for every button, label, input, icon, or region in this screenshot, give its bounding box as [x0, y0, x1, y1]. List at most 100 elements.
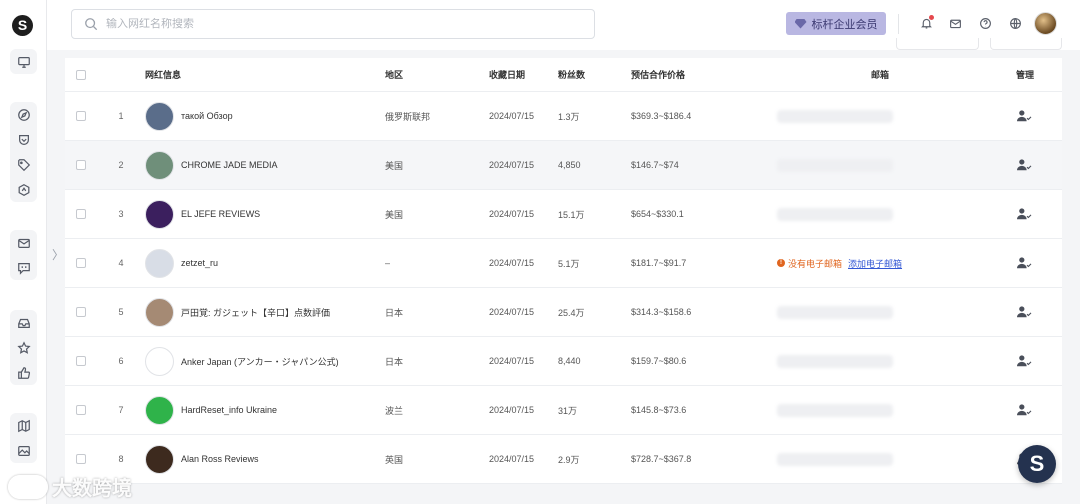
- thumb-up-icon[interactable]: [10, 360, 37, 385]
- monitor-icon[interactable]: [10, 49, 37, 74]
- table-row[interactable]: 3 EL JEFE REVIEWS 美国 2024/07/15 15.1万 $654~$3…: [65, 190, 1062, 239]
- search-box[interactable]: [71, 9, 595, 39]
- email-cell: [777, 386, 893, 434]
- user-avatar[interactable]: [1034, 12, 1057, 35]
- row-index: 4: [118, 258, 124, 268]
- influencer-info[interactable]: HardReset_info Ukraine: [145, 386, 277, 434]
- header-price[interactable]: 预估合作价格: [631, 58, 685, 91]
- row-checkbox[interactable]: [76, 258, 86, 268]
- row-checkbox[interactable]: [76, 405, 86, 415]
- floating-s-button[interactable]: S: [1018, 445, 1056, 483]
- email-cell: [777, 190, 893, 238]
- row-checkbox[interactable]: [76, 209, 86, 219]
- influencer-avatar[interactable]: [145, 248, 174, 278]
- sidebar-group-1: [10, 49, 37, 74]
- add-email-link[interactable]: 添加电子邮箱: [848, 257, 902, 270]
- influencer-name[interactable]: Alan Ross Reviews: [181, 454, 259, 464]
- manage-user-icon[interactable]: [1016, 92, 1032, 140]
- header-fans[interactable]: 粉丝数: [558, 58, 585, 91]
- fans-count: 2.9万: [558, 454, 580, 465]
- row-checkbox[interactable]: [76, 356, 86, 366]
- row-checkbox[interactable]: [76, 454, 86, 464]
- email-hidden: [777, 158, 893, 172]
- table-row[interactable]: 1 такой Обзор 俄罗斯联邦 2024/07/15 1.3万 $369.3~$1…: [65, 92, 1062, 141]
- row-checkbox[interactable]: [76, 307, 86, 317]
- star-icon[interactable]: [10, 335, 37, 360]
- influencer-avatar[interactable]: [145, 150, 174, 180]
- manage-user-icon[interactable]: [1016, 337, 1032, 385]
- saved-date: 2024/07/15: [489, 258, 535, 268]
- vip-badge-button[interactable]: 标杆企业会员: [786, 12, 886, 35]
- email-cell: [777, 288, 893, 336]
- table-row[interactable]: 4 zetzet_ru –2024/07/15 5.1万 $181.7~$91.7! 没有…: [65, 239, 1062, 288]
- chat-icon[interactable]: [10, 255, 37, 280]
- row-checkbox[interactable]: [76, 160, 86, 170]
- influencer-info[interactable]: 戸田覚: ガジェット【辛口】点数評価: [145, 288, 330, 336]
- row-index: 6: [118, 356, 124, 366]
- header-info: 网红信息: [145, 70, 182, 80]
- email-cell: [777, 141, 893, 189]
- influencer-avatar[interactable]: [145, 346, 174, 376]
- influencer-avatar[interactable]: [145, 199, 174, 229]
- influencer-table: 网红信息 地区 收藏日期 粉丝数 预估合作价格 邮箱 管理 1 такой Обз…: [65, 58, 1062, 484]
- influencer-avatar[interactable]: [145, 297, 174, 327]
- influencer-name[interactable]: 戸田覚: ガジェット【辛口】点数評価: [181, 306, 330, 319]
- globe-icon[interactable]: [1007, 15, 1023, 31]
- manage-user-icon[interactable]: [1016, 190, 1032, 238]
- manage-user-icon[interactable]: [1016, 386, 1032, 434]
- influencer-name[interactable]: EL JEFE REVIEWS: [181, 209, 260, 219]
- fans-count: 1.3万: [558, 111, 580, 122]
- influencer-name[interactable]: Anker Japan (アンカー・ジャパン公式): [181, 355, 339, 368]
- estimated-price: $181.7~$91.7: [631, 258, 687, 268]
- email-hidden: [777, 207, 893, 221]
- estimated-price: $146.7~$74: [631, 160, 679, 170]
- influencer-info[interactable]: EL JEFE REVIEWS: [145, 190, 260, 238]
- influencer-info[interactable]: Anker Japan (アンカー・ジャパン公式): [145, 337, 339, 385]
- row-checkbox[interactable]: [76, 111, 86, 121]
- message-icon[interactable]: [947, 15, 963, 31]
- influencer-name[interactable]: HardReset_info Ukraine: [181, 405, 277, 415]
- inbox-icon[interactable]: [10, 310, 37, 335]
- image-icon[interactable]: [10, 438, 37, 463]
- estimated-price: $159.7~$80.6: [631, 356, 687, 366]
- estimated-price: $145.8~$73.6: [631, 405, 687, 415]
- compass-icon[interactable]: [10, 102, 37, 127]
- tag-icon[interactable]: [10, 152, 37, 177]
- estimated-price: $369.3~$186.4: [631, 111, 692, 121]
- saved-date: 2024/07/15: [489, 160, 535, 170]
- bell-icon[interactable]: [918, 15, 934, 31]
- mail-icon[interactable]: [10, 230, 37, 255]
- table-row[interactable]: 7 HardReset_info Ukraine 波兰 2024/07/15 31万 $1…: [65, 386, 1062, 435]
- select-all-checkbox[interactable]: [76, 69, 86, 80]
- influencer-info[interactable]: zetzet_ru: [145, 239, 218, 287]
- help-icon[interactable]: [977, 15, 993, 31]
- manage-user-icon[interactable]: [1016, 288, 1032, 336]
- table-row[interactable]: 6 Anker Japan (アンカー・ジャパン公式) 日本 2024/07/15 8,…: [65, 337, 1062, 386]
- pocket-icon[interactable]: [10, 127, 37, 152]
- no-email-warning: ! 没有电子邮箱: [777, 257, 842, 270]
- influencer-avatar[interactable]: [145, 444, 174, 474]
- influencer-avatar[interactable]: [145, 395, 174, 425]
- sidebar-collapse-handle[interactable]: 〉: [52, 246, 64, 263]
- influencer-info[interactable]: CHROME JADE MEDIA: [145, 141, 278, 189]
- table-row[interactable]: 8 Alan Ross Reviews 英国 2024/07/15 2.9万 $728.7…: [65, 435, 1062, 484]
- influencer-info[interactable]: Alan Ross Reviews: [145, 435, 259, 483]
- manage-user-icon[interactable]: [1016, 141, 1032, 189]
- manage-user-icon[interactable]: [1016, 239, 1032, 287]
- table-row[interactable]: 2 CHROME JADE MEDIA 美国 2024/07/15 4,850 $146.…: [65, 141, 1062, 190]
- header-date[interactable]: 收藏日期: [489, 58, 525, 91]
- app-logo[interactable]: S: [12, 15, 33, 36]
- influencer-name[interactable]: такой Обзор: [181, 111, 233, 121]
- table-row[interactable]: 5 戸田覚: ガジェット【辛口】点数評価 日本 2024/07/15 25.4万 $314…: [65, 288, 1062, 337]
- influencer-avatar[interactable]: [145, 101, 174, 131]
- row-index: 1: [118, 111, 124, 121]
- row-index: 7: [118, 405, 124, 415]
- search-input[interactable]: [106, 18, 546, 30]
- map-icon[interactable]: [10, 413, 37, 438]
- influencer-info[interactable]: такой Обзор: [145, 92, 233, 140]
- fans-count: 25.4万: [558, 307, 585, 318]
- estimated-price: $654~$330.1: [631, 209, 684, 219]
- influencer-name[interactable]: zetzet_ru: [181, 258, 218, 268]
- api-icon[interactable]: [10, 177, 37, 202]
- influencer-name[interactable]: CHROME JADE MEDIA: [181, 160, 278, 170]
